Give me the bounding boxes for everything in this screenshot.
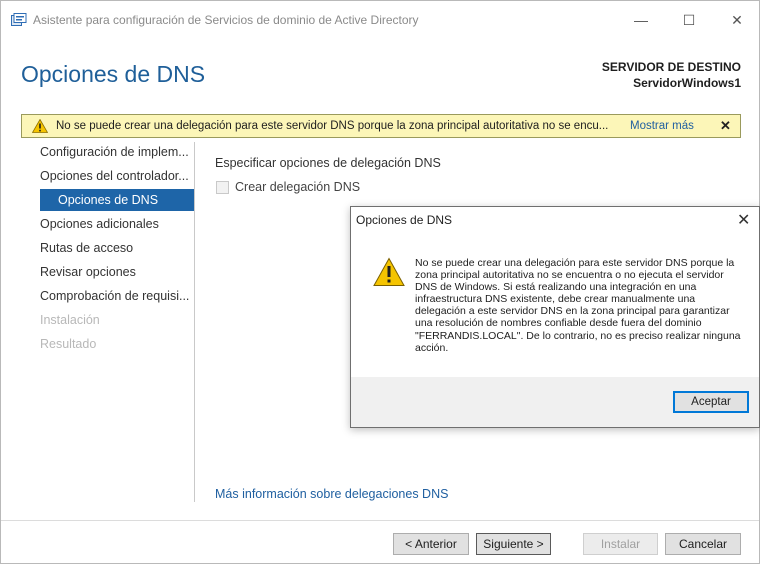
maximize-icon: ☐	[682, 11, 696, 28]
previous-button[interactable]: < Anterior	[393, 533, 469, 555]
nav-item-opciones-dns[interactable]: Opciones de DNS	[40, 189, 194, 211]
install-button: Instalar	[583, 533, 658, 555]
next-button[interactable]: Siguiente >	[476, 533, 551, 555]
nav-item-resultado: Resultado	[40, 337, 97, 351]
nav-item-revisar-opciones[interactable]: Revisar opciones	[40, 261, 194, 283]
minimize-icon: —	[634, 12, 648, 28]
warning-icon	[373, 257, 405, 286]
maximize-button[interactable]: ☐	[666, 5, 712, 35]
nav-item-configuracion-implementacion[interactable]: Configuración de implem...	[40, 141, 194, 163]
cancel-button[interactable]: Cancelar	[665, 533, 741, 555]
warning-text: No se puede crear una delegación para es…	[56, 120, 609, 132]
nav-item-opciones-adicionales[interactable]: Opciones adicionales	[40, 213, 194, 235]
warning-bar: No se puede crear una delegación para es…	[21, 114, 741, 138]
create-delegation-checkbox[interactable]	[216, 181, 229, 194]
target-server-name: ServidorWindows1	[633, 76, 741, 90]
nav-item-opciones-controlador[interactable]: Opciones del controlador...	[40, 165, 194, 187]
server-manager-icon	[11, 13, 27, 26]
close-button[interactable]: ✕	[714, 5, 760, 35]
warning-icon	[32, 119, 48, 133]
nav-divider	[194, 142, 195, 502]
minimize-button[interactable]: —	[618, 5, 664, 35]
dialog-close-icon[interactable]: ✕	[737, 210, 750, 230]
dns-options-dialog: Opciones de DNS ✕ No se puede crear una …	[350, 206, 760, 428]
dialog-title: Opciones de DNS	[356, 213, 453, 227]
nav-item-comprobacion-requisitos[interactable]: Comprobación de requisi...	[40, 285, 194, 307]
show-more-link[interactable]: Mostrar más	[630, 120, 694, 132]
dialog-message: No se puede crear una delegación para es…	[415, 257, 741, 354]
delegation-section-label: Especificar opciones de delegación DNS	[215, 156, 441, 170]
accept-button[interactable]: Aceptar	[673, 391, 749, 413]
nav-item-rutas-acceso[interactable]: Rutas de acceso	[40, 237, 194, 259]
nav-item-instalacion: Instalación	[40, 313, 100, 327]
more-info-link[interactable]: Más información sobre delegaciones DNS	[215, 487, 448, 501]
close-icon: ✕	[731, 11, 743, 28]
page-title: Opciones de DNS	[21, 61, 206, 87]
create-delegation-label: Crear delegación DNS	[235, 180, 361, 194]
warning-close-icon[interactable]: ✕	[720, 118, 731, 134]
target-server-label: SERVIDOR DE DESTINO	[601, 60, 741, 74]
window-title: Asistente para configuración de Servicio…	[33, 13, 419, 27]
footer-divider	[1, 520, 759, 521]
title-bar: Asistente para configuración de Servicio…	[1, 1, 759, 39]
